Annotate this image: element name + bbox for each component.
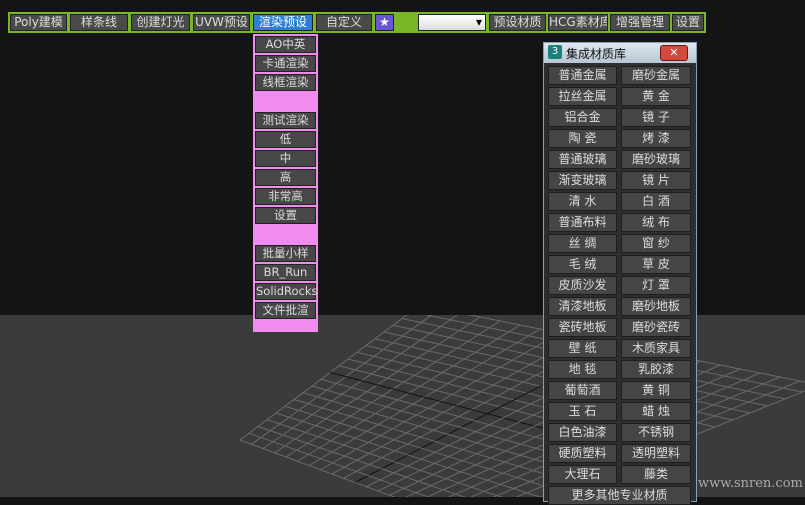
watermark: www.snren.com — [698, 476, 803, 491]
material-button[interactable]: 硬质塑料 — [548, 444, 617, 463]
render-preset-button[interactable]: 渲染预设 — [253, 14, 313, 31]
panel-titlebar[interactable]: 3 集成材质库 ✕ — [544, 43, 696, 63]
render-menu-item[interactable]: BR_Run — [255, 264, 316, 281]
material-button[interactable]: 陶 瓷 — [548, 129, 617, 148]
material-button[interactable]: 草 皮 — [621, 255, 691, 274]
render-menu-item[interactable]: SolidRocks — [255, 283, 318, 300]
render-menu-item[interactable]: 卡通渲染 — [255, 55, 316, 72]
material-button[interactable]: 清 水 — [548, 192, 617, 211]
hcg-library-button[interactable]: HCG素材库 — [548, 14, 608, 31]
render-preset-menu: AO中英卡通渲染线框渲染测试渲染低中高非常高设置批量小样 BR_Run SolidR… — [253, 34, 318, 332]
render-menu-item[interactable]: AO中英 — [255, 36, 316, 53]
chevron-down-icon: ▾ — [475, 15, 482, 29]
material-button[interactable]: 渐变玻璃 — [548, 171, 617, 190]
render-menu-item[interactable]: 非常高 — [255, 188, 316, 205]
preset-dropdown-select[interactable]: ▾ — [418, 14, 486, 31]
material-button[interactable]: 透明塑料 — [621, 444, 691, 463]
material-button[interactable]: 磨砂玻璃 — [621, 150, 691, 169]
material-button[interactable]: 木质家具 — [621, 339, 691, 358]
material-button[interactable]: 白 酒 — [621, 192, 691, 211]
material-button[interactable]: 壁 纸 — [548, 339, 617, 358]
more-materials-button[interactable]: 更多其他专业材质 — [548, 486, 691, 505]
create-light-button[interactable]: 创建灯光 — [131, 14, 190, 31]
render-menu-item[interactable]: 线框渲染 — [255, 74, 316, 91]
material-button[interactable]: 普通布料 — [548, 213, 617, 232]
material-button[interactable]: 镜 片 — [621, 171, 691, 190]
render-menu-item[interactable]: 中 — [255, 150, 316, 167]
material-button[interactable]: 丝 绸 — [548, 234, 617, 253]
material-button[interactable]: 不锈钢 — [621, 423, 691, 442]
material-button[interactable]: 灯 罩 — [621, 276, 691, 295]
render-menu-item[interactable]: 低 — [255, 131, 316, 148]
material-button[interactable]: 镜 子 — [621, 108, 691, 127]
favorite-star-button[interactable]: ★ — [375, 14, 394, 31]
material-button[interactable]: 普通金属 — [548, 66, 617, 85]
material-button[interactable]: 磨砂金属 — [621, 66, 691, 85]
render-menu-item[interactable]: 批量小样 — [255, 245, 316, 262]
preset-material-button[interactable]: 预设材质 — [489, 14, 546, 31]
render-menu-item[interactable]: 测试渲染 — [255, 112, 316, 129]
material-button[interactable]: 毛 绒 — [548, 255, 617, 274]
material-button[interactable]: 地 毯 — [548, 360, 617, 379]
material-button[interactable]: 黄 铜 — [621, 381, 691, 400]
poly-modeling-button[interactable]: Poly建模 — [10, 14, 67, 31]
render-menu-item[interactable]: 设置 — [255, 207, 316, 224]
material-button[interactable]: 清漆地板 — [548, 297, 617, 316]
material-library-panel: 3 集成材质库 ✕ 普通金属 磨砂金属 拉丝金属黄 金铝合金镜 子陶 瓷烤 漆普通玻… — [543, 42, 697, 505]
material-button[interactable]: 皮质沙发 — [548, 276, 617, 295]
app-logo-icon: 3 — [548, 45, 562, 59]
custom-button[interactable]: 自定义 — [316, 14, 372, 31]
settings-button[interactable]: 设置 — [672, 14, 704, 31]
toolbar: Poly建模 样条线 创建灯光 UVW预设 渲染预设 自定义 ★ ▾ 预设材质 HCG素材库 增强管… — [8, 12, 706, 33]
enhanced-manage-button[interactable]: 增强管理 — [610, 14, 670, 31]
material-button[interactable]: 白色油漆 — [548, 423, 617, 442]
material-button[interactable]: 黄 金 — [621, 87, 691, 106]
material-button[interactable]: 磨砂地板 — [621, 297, 691, 316]
material-button[interactable]: 烤 漆 — [621, 129, 691, 148]
material-button[interactable]: 大理石 — [548, 465, 617, 484]
close-button[interactable]: ✕ — [660, 45, 688, 61]
material-button[interactable]: 磨砂瓷砖 — [621, 318, 691, 337]
material-button[interactable]: 葡萄酒 — [548, 381, 617, 400]
panel-title: 集成材质库 — [566, 47, 627, 61]
render-menu-item[interactable]: 文件批渲 — [255, 302, 316, 319]
material-button[interactable]: 瓷砖地板 — [548, 318, 617, 337]
material-button[interactable]: 铝合金 — [548, 108, 617, 127]
uvw-preset-button[interactable]: UVW预设 — [193, 14, 250, 31]
material-button[interactable]: 藤类 — [621, 465, 691, 484]
material-button[interactable]: 窗 纱 — [621, 234, 691, 253]
material-button[interactable]: 蜡 烛 — [621, 402, 691, 421]
material-button[interactable]: 绒 布 — [621, 213, 691, 232]
material-button[interactable]: 玉 石 — [548, 402, 617, 421]
material-button[interactable]: 拉丝金属 — [548, 87, 617, 106]
render-menu-item[interactable]: 高 — [255, 169, 316, 186]
spline-button[interactable]: 样条线 — [70, 14, 128, 31]
material-button[interactable]: 普通玻璃 — [548, 150, 617, 169]
material-button[interactable]: 乳胶漆 — [621, 360, 691, 379]
